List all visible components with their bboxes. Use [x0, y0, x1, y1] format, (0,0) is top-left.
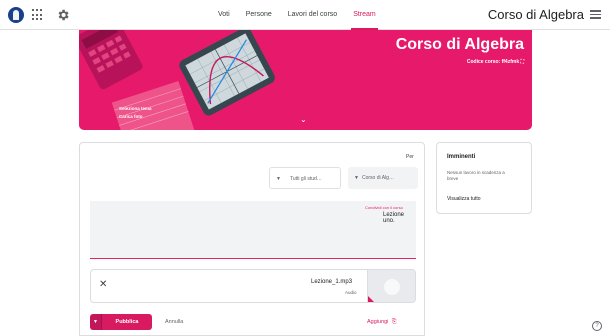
dropdown-arrow-icon: ▼ — [354, 175, 359, 181]
add-button-label: Aggiungi — [367, 319, 389, 325]
add-button[interactable]: Aggiungi ⎘ — [363, 315, 400, 330]
tab-voti[interactable]: Voti — [210, 0, 238, 30]
close-icon[interactable]: ✕ — [99, 279, 107, 290]
tab-persone[interactable]: Persone — [238, 0, 280, 30]
course-select[interactable]: ▼ Corso di Alg… — [348, 167, 418, 189]
tab-lavori-del-corso[interactable]: Lavori del corso — [280, 0, 345, 30]
app-title[interactable]: Corso di Algebra — [488, 7, 584, 22]
course-select-value: Corso di Alg… — [362, 175, 394, 181]
upcoming-title: Imminenti — [447, 154, 476, 160]
avatar[interactable] — [8, 7, 24, 23]
for-label: Per — [406, 154, 414, 160]
students-select-value: Tutti gli stud… — [290, 176, 322, 182]
top-bar: Voti Persone Lavori del corso Stream Cor… — [0, 0, 610, 30]
paperclip-icon: ⎘ — [391, 319, 397, 325]
view-all-link[interactable]: Visualizza tutto — [447, 196, 481, 202]
class-banner: Corso di Algebra Codice corso: ff4zfmk ⛶… — [79, 30, 532, 130]
apps-icon[interactable] — [32, 9, 44, 21]
attachment-name[interactable]: Lezione_1.mp3 — [311, 279, 352, 285]
announcement-composer: Per ▼ Corso di Alg… ▼ Tutti gli stud… Co… — [79, 142, 425, 336]
gear-icon[interactable] — [56, 8, 70, 22]
attachment-card[interactable]: ✕ Lezione_1.mp3 Audio — [90, 269, 416, 303]
cancel-button[interactable]: Annulla — [165, 315, 183, 330]
textarea-value[interactable]: Lezione uno. — [383, 212, 416, 224]
students-select[interactable]: ▼ Tutti gli stud… — [269, 167, 341, 189]
main-tabs: Voti Persone Lavori del corso Stream — [210, 0, 384, 30]
publish-button[interactable]: Pubblica — [102, 314, 152, 330]
tab-stream[interactable]: Stream — [345, 0, 384, 30]
attachment-thumbnail — [367, 270, 415, 302]
menu-icon[interactable] — [590, 10, 601, 19]
help-icon[interactable]: ? — [592, 321, 602, 331]
class-title: Corso di Algebra — [395, 36, 524, 53]
upcoming-card: Imminenti Nessun lavoro in scadenza a br… — [436, 142, 532, 214]
publish-button-group: ▼ Pubblica — [90, 314, 152, 330]
select-theme-link[interactable]: Seleziona tema — [119, 106, 152, 111]
dropdown-arrow-icon: ▼ — [276, 176, 281, 182]
chevron-down-icon[interactable]: ⌄ — [300, 115, 307, 124]
attachment-type: Audio — [345, 290, 357, 295]
announcement-textarea[interactable]: Condividi con il corso Lezione uno. — [90, 201, 416, 259]
upcoming-text: Nessun lavoro in scadenza a breve — [447, 170, 505, 181]
class-code[interactable]: Codice corso: ff4zfmk ⛶ — [467, 59, 524, 65]
upload-photo-link[interactable]: Carica foto — [119, 114, 143, 119]
textarea-label: Condividi con il corso — [365, 205, 403, 210]
publish-options-icon[interactable]: ▼ — [90, 314, 102, 330]
